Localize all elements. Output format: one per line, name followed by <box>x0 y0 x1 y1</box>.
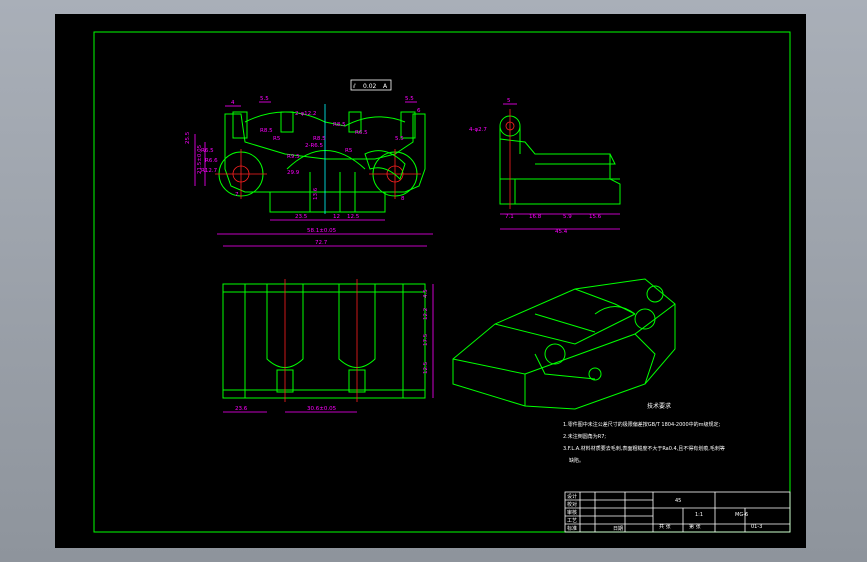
front-dim-14: R6.6 <box>205 158 218 164</box>
top-dim-2: 12.2 <box>423 308 429 320</box>
title-label-date: 日期 <box>613 526 623 532</box>
tech-note-3: 3.F.L.A.材料材质要去毛刺,表面粗糙度不大于Ra0.4,且不得有划痕,毛刺… <box>563 445 725 452</box>
title-label-design: 设计 <box>567 493 577 500</box>
title-sheet-count: 共 张 <box>659 523 671 530</box>
top-dim-1: 4.5 <box>423 289 429 298</box>
front-dim-10: R5 <box>345 148 353 154</box>
isometric-view <box>452 278 676 410</box>
top-view <box>222 279 434 413</box>
screen-background: 4 5.5 5.5 2-φ12.2 R8.5 R5 R8.5 R6.5 R9.5… <box>0 0 867 562</box>
front-dim-15: R12.7 <box>201 168 218 174</box>
front-dim-21: 12 <box>333 214 340 220</box>
front-dim-3: 5.5 <box>405 96 414 102</box>
front-dim-6: R5 <box>273 136 281 142</box>
front-dim-18: 29.9 <box>287 170 300 176</box>
tolerance-value: 0.02 <box>363 83 377 90</box>
front-dim-7: R8.5 <box>333 122 346 128</box>
front-dim-8: R6.5 <box>355 130 368 136</box>
front-dim-20: 23.5 <box>295 214 308 220</box>
front-dim-12: R8.5 <box>313 136 326 142</box>
side-view <box>499 103 621 230</box>
top-dim-4: 12.5 <box>423 361 429 374</box>
front-dim-1: 4 <box>231 100 235 106</box>
front-dim-9: R9.5 <box>287 154 300 160</box>
side-dim-1: 5 <box>507 98 511 104</box>
top-dim-5: 23.6 <box>235 406 248 412</box>
front-dim-28: 6 <box>417 108 421 114</box>
front-dim-23: 58.1±0.05 <box>307 228 337 234</box>
title-part-name: MG-6 <box>735 512 748 518</box>
tolerance-datum: A <box>383 83 388 90</box>
front-dim-27: 5.5 <box>395 136 404 142</box>
front-dim-11: 2-R6.5 <box>305 143 324 149</box>
side-dim-6: 15.6 <box>589 214 602 220</box>
side-dim-2: 4-φ2.7 <box>469 127 487 133</box>
title-material: 45 <box>675 498 681 504</box>
cad-drawing: 4 5.5 5.5 2-φ12.2 R8.5 R5 R8.5 R6.5 R9.5… <box>93 31 791 533</box>
tolerance-symbol: ⫽ <box>352 83 356 90</box>
side-dim-5: 5.9 <box>563 214 572 220</box>
tech-note-1: 1.零件图中未注公差尺寸的极限偏差按GB/T 1804-2000中的m级规定; <box>563 421 721 428</box>
front-dim-19: 13.6 <box>313 187 319 200</box>
title-label-check: 校对 <box>567 501 577 508</box>
title-page: 第 张 <box>689 523 701 530</box>
tech-requirements-title: 技术要求 <box>647 402 671 410</box>
top-dim-3: 17.5 <box>423 333 429 346</box>
title-scale: 1:1 <box>695 512 703 518</box>
front-dim-2: 5.5 <box>260 96 269 102</box>
side-dim-3: 7.1 <box>505 214 514 220</box>
front-dim-25: 7 <box>235 192 239 198</box>
drawing-border <box>93 31 791 533</box>
title-label-review: 审核 <box>567 509 577 516</box>
title-label-standard: 标准 <box>567 525 577 532</box>
side-dim-4: 16.8 <box>529 214 542 220</box>
front-dim-22: 12.5 <box>347 214 360 220</box>
front-dim-4: 2-φ12.2 <box>295 111 316 117</box>
front-dim-17: 21.5±0.05 <box>197 144 203 174</box>
tech-note-4: 缺陷。 <box>569 457 584 464</box>
tech-note-2: 2.未注倒圆角为R7; <box>563 433 606 440</box>
front-dim-16: 25.5 <box>185 131 191 144</box>
top-dim-6: 30.6±0.05 <box>307 406 337 412</box>
title-label-process: 工艺 <box>567 518 577 524</box>
front-dim-24: 72.7 <box>315 240 328 246</box>
front-dim-5: R8.5 <box>260 128 273 134</box>
side-dim-7: 45.4 <box>555 229 568 235</box>
title-code: 01-3 <box>751 524 762 530</box>
front-dim-26: 8 <box>401 196 405 202</box>
drawing-sheet: 4 5.5 5.5 2-φ12.2 R8.5 R5 R8.5 R6.5 R9.5… <box>55 14 806 548</box>
